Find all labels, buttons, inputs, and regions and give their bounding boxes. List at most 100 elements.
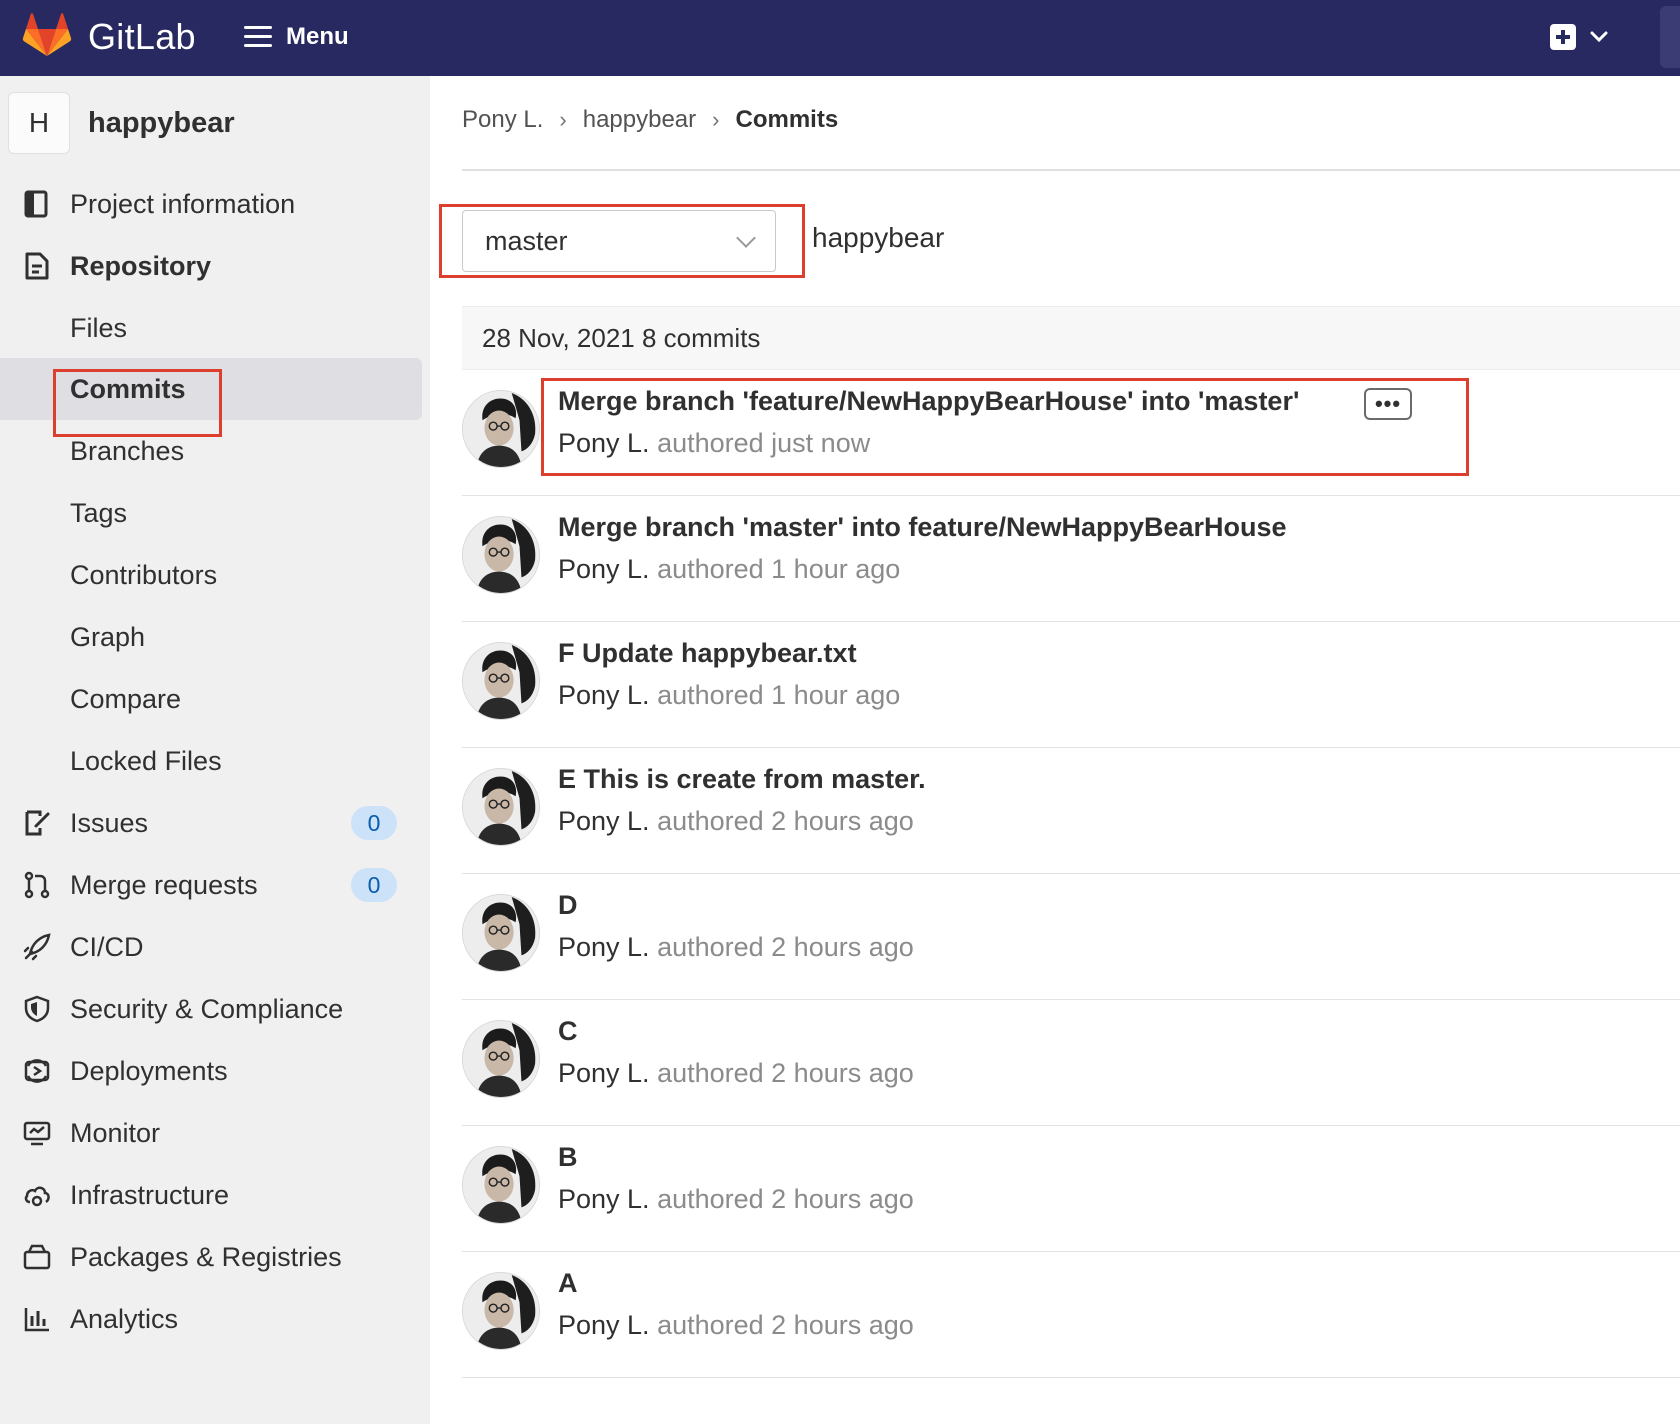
commit-author-link[interactable]: Pony L. — [558, 806, 650, 836]
commit-title-link[interactable]: B — [558, 1142, 578, 1173]
sidebar-item-label: Infrastructure — [70, 1179, 230, 1210]
author-avatar[interactable] — [462, 516, 540, 594]
sidebar-item-security-compliance[interactable]: Security & Compliance — [0, 978, 422, 1040]
author-avatar[interactable] — [462, 642, 540, 720]
commit-meta: Pony L. authored 2 hours ago — [558, 932, 914, 963]
commit-author-link[interactable]: Pony L. — [558, 1184, 650, 1214]
sidebar-item-graph[interactable]: Graph — [0, 606, 422, 668]
commit-title-link[interactable]: E This is create from master. — [558, 764, 926, 795]
chevron-down-icon — [1590, 31, 1608, 43]
shield-icon — [24, 995, 50, 1023]
sidebar-item-files[interactable]: Files — [0, 297, 422, 359]
sidebar-item-label: Tags — [70, 497, 128, 528]
commit-meta: Pony L. authored 2 hours ago — [558, 806, 914, 837]
sidebar-item-label: Project information — [70, 188, 296, 219]
sidebar-item-label: Deployments — [70, 1055, 228, 1086]
sidebar-item-label: Packages & Registries — [70, 1241, 342, 1272]
commit-row: C Pony L. authored 2 hours ago — [462, 1000, 1680, 1126]
commit-title-link[interactable]: Merge branch 'master' into feature/NewHa… — [558, 512, 1287, 543]
commit-row: Merge branch 'master' into feature/NewHa… — [462, 496, 1680, 622]
commit-meta: Pony L. authored 1 hour ago — [558, 554, 900, 585]
commit-time: authored 1 hour ago — [657, 680, 901, 710]
sidebar-item-label: Files — [70, 312, 128, 343]
commit-author-link[interactable]: Pony L. — [558, 680, 650, 710]
commit-title-link[interactable]: C — [558, 1016, 578, 1047]
sidebar-item-deployments[interactable]: Deployments — [0, 1040, 422, 1102]
merge-request-icon — [24, 871, 50, 899]
commit-title-link[interactable]: F Update happybear.txt — [558, 638, 857, 669]
issues-icon — [25, 810, 50, 836]
breadcrumb-current[interactable]: Commits — [735, 106, 838, 134]
author-avatar[interactable] — [462, 390, 540, 468]
new-dropdown-button[interactable] — [1550, 18, 1608, 56]
commit-author-link[interactable]: Pony L. — [558, 1310, 650, 1340]
author-avatar[interactable] — [462, 1272, 540, 1350]
sidebar-item-infrastructure[interactable]: Infrastructure — [0, 1164, 422, 1226]
author-avatar[interactable] — [462, 1146, 540, 1224]
annotation-highlight-commits — [53, 369, 222, 437]
sidebar-item-monitor[interactable]: Monitor — [0, 1102, 422, 1164]
sidebar-item-label: Locked Files — [70, 745, 222, 776]
sidebar-item-tags[interactable]: Tags — [0, 482, 422, 544]
sidebar-item-label: Analytics — [70, 1303, 179, 1334]
author-avatar[interactable] — [462, 1020, 540, 1098]
author-avatar[interactable] — [462, 894, 540, 972]
sidebar-item-label: Graph — [70, 621, 146, 652]
sidebar-item-repository[interactable]: Repository — [0, 235, 422, 297]
annotation-highlight-branch — [439, 204, 805, 278]
commit-time: authored 2 hours ago — [657, 1058, 914, 1088]
commit-author-link[interactable]: Pony L. — [558, 1058, 650, 1088]
sidebar-item-label: Monitor — [70, 1117, 161, 1148]
commit-time: authored 2 hours ago — [657, 932, 914, 962]
sidebar-item-merge-requests[interactable]: Merge requests 0 — [0, 854, 422, 916]
commit-author-link[interactable]: Pony L. — [558, 932, 650, 962]
sidebar-item-label: Contributors — [70, 559, 218, 590]
commit-time: authored 2 hours ago — [657, 806, 914, 836]
chevron-right-icon: › — [559, 107, 567, 132]
sidebar-item-cicd[interactable]: CI/CD — [0, 916, 422, 978]
sidebar-item-packages-registries[interactable]: Packages & Registries — [0, 1226, 422, 1288]
author-avatar[interactable] — [462, 768, 540, 846]
commit-row: B Pony L. authored 2 hours ago — [462, 1126, 1680, 1252]
rocket-icon — [23, 933, 51, 961]
commit-time: authored 2 hours ago — [657, 1184, 914, 1214]
sidebar-item-label: Merge requests — [70, 869, 258, 900]
gitlab-logo-icon[interactable] — [22, 12, 72, 58]
commit-meta: Pony L. authored 2 hours ago — [558, 1058, 914, 1089]
brand-name[interactable]: GitLab — [88, 16, 196, 58]
merge-requests-count-badge: 0 — [351, 868, 397, 902]
issues-count-badge: 0 — [351, 806, 397, 840]
commit-row: A Pony L. authored 2 hours ago — [462, 1252, 1680, 1378]
annotation-highlight-first-commit — [541, 378, 1469, 476]
sidebar-project[interactable]: H happybear — [8, 92, 235, 154]
sidebar-item-project-information[interactable]: Project information — [0, 173, 422, 235]
menu-button[interactable]: Menu — [244, 18, 349, 56]
sidebar-item-compare[interactable]: Compare — [0, 668, 422, 730]
commit-meta: Pony L. authored 2 hours ago — [558, 1310, 914, 1341]
commit-title-link[interactable]: D — [558, 890, 578, 921]
day-header-label: 28 Nov, 2021 8 commits — [482, 322, 761, 353]
sidebar-item-label: Repository — [70, 250, 212, 281]
breadcrumb-owner[interactable]: Pony L. — [462, 106, 543, 134]
path-breadcrumb[interactable]: happybear — [812, 222, 944, 254]
chart-icon — [24, 1308, 49, 1332]
sidebar-item-contributors[interactable]: Contributors — [0, 544, 422, 606]
breadcrumb-project[interactable]: happybear — [583, 106, 696, 134]
sidebar-item-locked-files[interactable]: Locked Files — [0, 730, 422, 792]
sidebar-item-label: CI/CD — [70, 931, 144, 962]
commit-meta: Pony L. authored 1 hour ago — [558, 680, 900, 711]
commit-author-link[interactable]: Pony L. — [558, 554, 650, 584]
package-icon — [23, 1244, 51, 1270]
breadcrumb: Pony L. › happybear › Commits — [462, 106, 838, 134]
commit-row: E This is create from master. Pony L. aut… — [462, 748, 1680, 874]
commit-title-link[interactable]: A — [558, 1268, 578, 1299]
menu-label: Menu — [286, 23, 349, 50]
sidebar-item-analytics[interactable]: Analytics — [0, 1288, 422, 1350]
top-navbar: GitLab Menu — [0, 0, 1680, 76]
chevron-right-icon: › — [712, 107, 720, 132]
commit-row: F Update happybear.txt Pony L. authored 1… — [462, 622, 1680, 748]
user-avatar-edge[interactable] — [1660, 6, 1680, 68]
monitor-icon — [23, 1121, 51, 1146]
sidebar-item-issues[interactable]: Issues 0 — [0, 792, 422, 854]
project-name: happybear — [88, 106, 235, 139]
